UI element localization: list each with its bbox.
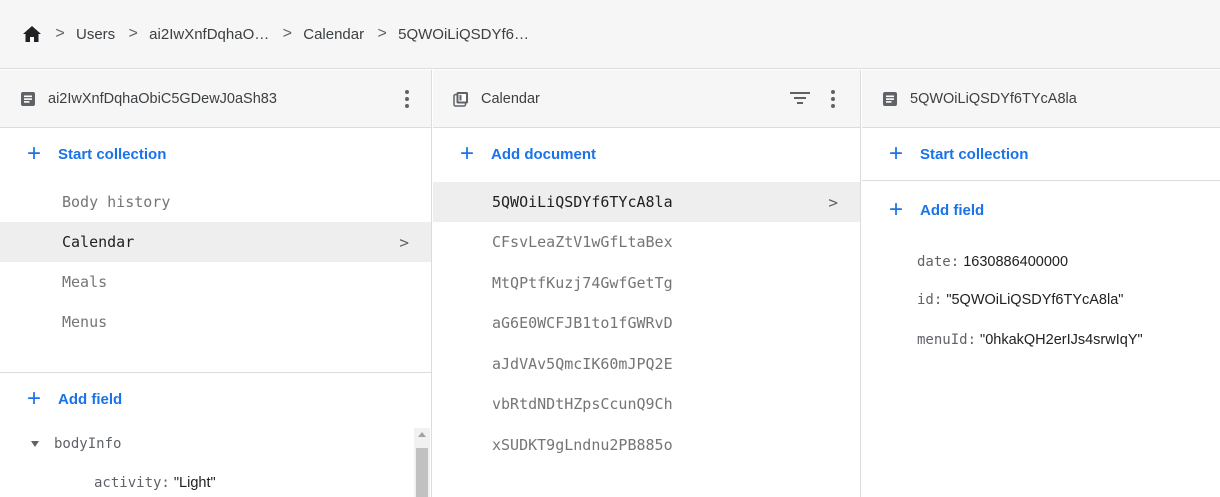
collection-item-body-history[interactable]: Body history [0,182,431,222]
collection-item-meals[interactable]: Meals [0,262,431,302]
plus-icon: + [26,140,41,167]
chevron-right-icon: > [55,25,65,42]
add-document-button[interactable]: + Add document [433,128,860,180]
document-item[interactable]: aG6E0WCFJB1to1fGWRvD [433,303,860,343]
field-key: activity: [94,475,170,491]
add-field-label: Add field [58,390,123,408]
field-key: date: [917,254,960,270]
add-field-label: Add field [920,201,985,219]
collection-item-calendar[interactable]: Calendar > [0,222,431,262]
more-vert-icon[interactable] [823,70,843,128]
plus-icon: + [26,385,41,412]
breadcrumb-item-user-doc[interactable]: ai2IwXnfDqhaO… [149,26,269,43]
field-menuid[interactable]: menuId: "0hkakQH2erIJs4srwIqY" [917,332,1143,348]
collection-label: Body history [62,193,171,211]
document-id: vbRtdNDtHZpsCcunQ9Ch [492,395,673,413]
document-item[interactable]: vbRtdNDtHZpsCcunQ9Ch [433,384,860,424]
field-value: 1630886400000 [963,254,1069,270]
document-item[interactable]: 5QWOiLiQSDYf6TYcA8la > [433,182,860,222]
filter-icon[interactable] [790,90,812,106]
field-key: menuId: [917,332,977,348]
plus-icon: + [459,140,474,167]
start-collection-label: Start collection [920,145,1029,163]
document-id: aJdVAv5QmcIK60mJPQ2E [492,355,673,373]
panel-title: ai2IwXnfDqhaObiC5GDewJ0aSh83 [48,90,277,107]
breadcrumb-item-calendar[interactable]: Calendar [303,26,364,43]
chevron-right-icon: > [282,25,292,42]
home-icon[interactable] [22,25,42,43]
document-id: aG6E0WCFJB1to1fGWRvD [492,314,673,332]
document-id: 5QWOiLiQSDYf6TYcA8la [492,193,673,211]
document-item[interactable]: xSUDKT9gLndnu2PB885o [433,425,860,465]
plus-icon: + [888,140,903,167]
panel-header: Calendar [433,70,860,128]
start-collection-button[interactable]: + Start collection [862,128,1220,180]
field-value: "0hkakQH2erIJs4srwIqY" [980,332,1143,348]
document-detail-panel: 5QWOiLiQSDYf6TYcA8la + Start collection … [862,70,1220,497]
calendar-collection-panel: Calendar + Add document 5QWOiLiQSDYf6TYc… [433,70,861,497]
more-vert-icon[interactable] [397,70,417,128]
start-collection-button[interactable]: + Start collection [0,128,431,180]
collection-item-menus[interactable]: Menus [0,302,431,342]
add-document-label: Add document [491,145,596,163]
start-collection-label: Start collection [58,145,167,163]
field-key: bodyInfo [54,436,122,452]
document-id: xSUDKT9gLndnu2PB885o [492,436,673,454]
field-date[interactable]: date: 1630886400000 [917,254,1068,270]
panel-header: ai2IwXnfDqhaObiC5GDewJ0aSh83 [0,70,431,128]
collection-label: Menus [62,313,108,331]
document-icon [21,91,35,106]
collection-icon [453,91,468,107]
field-bodyinfo[interactable]: bodyInfo [30,436,121,452]
document-icon [883,91,897,106]
collection-label: Calendar [62,233,135,251]
document-item[interactable]: aJdVAv5QmcIK60mJPQ2E [433,344,860,384]
breadcrumb-item-users[interactable]: Users [76,26,115,43]
chevron-right-icon: > [399,232,409,252]
breadcrumb-item-calendar-doc[interactable]: 5QWOiLiQSDYf6… [398,26,529,43]
scroll-up-arrow-icon[interactable] [418,432,426,437]
divider [862,180,1220,181]
chevron-right-icon: > [377,25,387,42]
panel-title: Calendar [481,90,540,107]
chevron-right-icon: > [828,192,838,212]
document-item[interactable]: MtQPtfKuzj74GwfGetTg [433,263,860,303]
user-document-panel: ai2IwXnfDqhaObiC5GDewJ0aSh83 + Start col… [0,70,432,497]
field-activity[interactable]: activity: "Light" [94,475,216,491]
breadcrumb: > Users > ai2IwXnfDqhaO… > Calendar > 5Q… [0,0,1220,69]
field-value: "Light" [173,475,216,491]
panel-title: 5QWOiLiQSDYf6TYcA8la [910,90,1077,107]
caret-down-icon[interactable] [30,440,40,448]
chevron-right-icon: > [128,25,138,42]
document-id: MtQPtfKuzj74GwfGetTg [492,274,673,292]
field-id[interactable]: id: "5QWOiLiQSDYf6TYcA8la" [917,292,1123,308]
scrollbar[interactable] [414,428,430,497]
collection-label: Meals [62,273,108,291]
panel-header: 5QWOiLiQSDYf6TYcA8la [862,70,1220,128]
field-key: id: [917,292,943,308]
document-item[interactable]: CFsvLeaZtV1wGfLtaBex [433,222,860,262]
scrollbar-thumb[interactable] [416,448,428,497]
document-id: CFsvLeaZtV1wGfLtaBex [492,233,673,251]
add-field-button[interactable]: + Add field [862,184,1220,236]
field-value: "5QWOiLiQSDYf6TYcA8la" [946,292,1124,308]
add-field-button[interactable]: + Add field [0,373,431,425]
plus-icon: + [888,196,903,223]
